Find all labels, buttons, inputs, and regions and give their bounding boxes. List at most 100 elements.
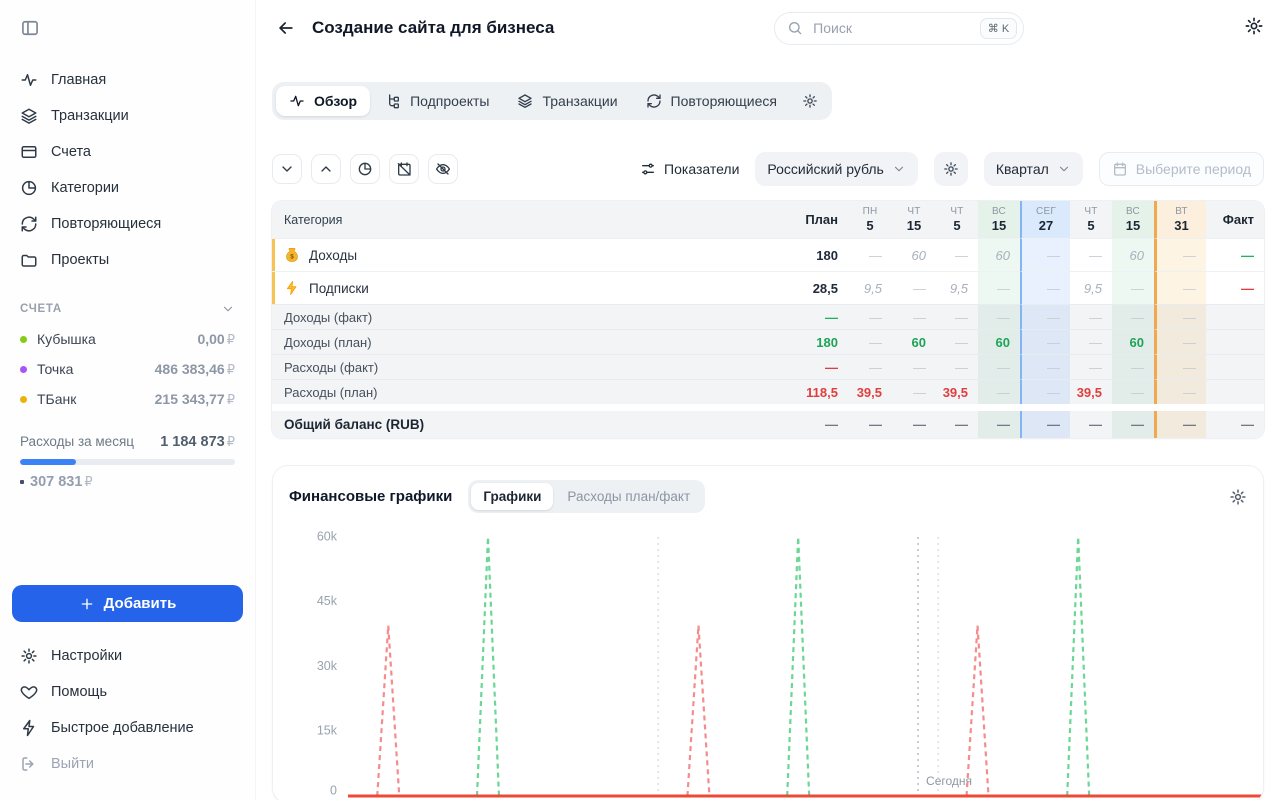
period-select[interactable]: Квартал	[984, 152, 1083, 186]
account-item[interactable]: Точка486 383,46₽	[12, 354, 243, 384]
tabs-settings-button[interactable]	[792, 87, 828, 115]
tab-subprojects[interactable]: Подпроекты	[372, 86, 502, 116]
sidebar-item-recurring[interactable]: Повторяющиеся	[12, 206, 243, 242]
cell-d8[interactable]: —	[1154, 271, 1206, 304]
sidebar-item-settings[interactable]: Настройки	[12, 638, 243, 674]
date-range-placeholder: Выберите период	[1136, 161, 1251, 177]
table-body: $Доходы180—60—60——60——Подписки28,59,5—9,…	[272, 238, 1264, 438]
cell-plan[interactable]: 180	[792, 238, 848, 271]
app: ГлавнаяТранзакцииСчетаКатегорииПовторяющ…	[0, 0, 1280, 800]
chevron-down-icon[interactable]	[221, 302, 235, 316]
table-header: КатегорияПланПН5ЧТ15ЧТ5ВС15СЕГ27ЧТ5ВС15В…	[272, 201, 1264, 238]
cell-d3[interactable]: —	[936, 238, 978, 271]
project-settings-button[interactable]	[1244, 16, 1264, 41]
cell-d7[interactable]: 60	[1112, 238, 1154, 271]
sidebar-item-categories[interactable]: Категории	[12, 170, 243, 206]
cell-d2[interactable]: —	[892, 271, 936, 304]
pie-chart-button[interactable]	[350, 154, 380, 184]
cell-d1: 39,5	[848, 379, 892, 404]
project-tabs: ОбзорПодпроектыТранзакцииПовторяющиеся	[272, 82, 832, 120]
column-header-fact: Факт	[1206, 201, 1264, 238]
chart-tab[interactable]: Графики	[471, 483, 553, 510]
cell-d3[interactable]: 9,5	[936, 271, 978, 304]
cell-d8[interactable]: —	[1154, 238, 1206, 271]
sidebar-item-label: Проекты	[51, 252, 109, 268]
table-gap	[272, 404, 1264, 411]
cell-d1[interactable]: 9,5	[848, 271, 892, 304]
metrics-label: Показатели	[664, 161, 739, 177]
category-name: Доходы	[309, 248, 357, 263]
category-cell: $ Доходы	[272, 238, 792, 271]
sidebar-item-accounts[interactable]: Счета	[12, 134, 243, 170]
svg-text:15k: 15k	[317, 724, 338, 738]
table-row[interactable]: Общий баланс (RUB)——————————	[272, 411, 1264, 438]
gear-icon	[802, 93, 818, 109]
back-button[interactable]	[272, 14, 300, 42]
sidebar-item-logout[interactable]: Выйти	[12, 746, 243, 782]
sidebar-item-transactions[interactable]: Транзакции	[12, 98, 243, 134]
accounts-list: Кубышка0,00₽Точка486 383,46₽ТБанк215 343…	[12, 324, 243, 414]
tab-overview[interactable]: Обзор	[276, 86, 370, 116]
chart-settings-button[interactable]	[1229, 488, 1247, 506]
gear-icon	[20, 647, 38, 665]
table-settings-button[interactable]	[934, 152, 968, 186]
hide-button[interactable]	[428, 154, 458, 184]
cell-d5[interactable]: —	[1020, 271, 1070, 304]
sidebar-item-projects[interactable]: Проекты	[12, 242, 243, 278]
expand-all-button[interactable]	[311, 154, 341, 184]
cell-d6[interactable]: —	[1070, 238, 1112, 271]
add-button-label: Добавить	[104, 595, 177, 612]
period-select-value: Квартал	[996, 161, 1049, 177]
svg-text:$: $	[290, 254, 294, 261]
category-name: Расходы (план)	[284, 385, 378, 400]
category-name: Доходы (факт)	[284, 310, 372, 325]
table-row[interactable]: Доходы (план)180—60—60——60—	[272, 329, 1264, 354]
refresh-icon	[646, 93, 662, 109]
cell-fact[interactable]: —	[1206, 271, 1264, 304]
sidebar-item-label: Помощь	[51, 684, 107, 700]
date-range-picker[interactable]: Выберите период	[1099, 152, 1264, 186]
cell-d7[interactable]: —	[1112, 271, 1154, 304]
table-row[interactable]: Доходы (факт)—————————	[272, 304, 1264, 329]
cell-d4[interactable]: —	[978, 271, 1020, 304]
sidebar-item-help[interactable]: Помощь	[12, 674, 243, 710]
category-cell: Расходы (факт)	[272, 354, 792, 379]
cell-fact[interactable]: —	[1206, 238, 1264, 271]
cell-d8: —	[1154, 304, 1206, 329]
cell-d6[interactable]: 9,5	[1070, 271, 1112, 304]
category-cell: Общий баланс (RUB)	[272, 411, 792, 438]
sidebar-item-label: Счета	[51, 144, 91, 160]
account-balance: 0,00₽	[197, 331, 235, 348]
svg-text:30k: 30k	[317, 659, 338, 673]
table-row[interactable]: Расходы (факт)—————————	[272, 354, 1264, 379]
table-row[interactable]: $Доходы180—60—60——60——	[272, 238, 1264, 271]
sidebar-item-quick-add[interactable]: Быстрое добавление	[12, 710, 243, 746]
cell-plan[interactable]: 28,5	[792, 271, 848, 304]
cell-d1[interactable]: —	[848, 238, 892, 271]
account-item[interactable]: Кубышка0,00₽	[12, 324, 243, 354]
cell-d3: —	[936, 354, 978, 379]
table-row[interactable]: Подписки28,59,5—9,5——9,5———	[272, 271, 1264, 304]
monthly-sub-amount-value: 307 831₽	[30, 474, 93, 490]
search-box[interactable]: ⌘ K	[774, 12, 1024, 45]
table-row[interactable]: Расходы (план)118,539,5—39,5——39,5——	[272, 379, 1264, 404]
search-input[interactable]	[811, 19, 972, 37]
cell-d2[interactable]: 60	[892, 238, 936, 271]
cell-plan: 118,5	[792, 379, 848, 404]
cell-d4[interactable]: 60	[978, 238, 1020, 271]
sidebar-item-label: Главная	[51, 72, 106, 88]
cell-d5[interactable]: —	[1020, 238, 1070, 271]
tab-recurring[interactable]: Повторяющиеся	[633, 86, 790, 116]
sidebar-item-home[interactable]: Главная	[12, 62, 243, 98]
collapse-all-button[interactable]	[272, 154, 302, 184]
sidebar-toggle-button[interactable]	[16, 14, 44, 42]
metrics-button[interactable]: Показатели	[640, 161, 739, 177]
tab-transactions[interactable]: Транзакции	[504, 86, 630, 116]
cell-d6: —	[1070, 411, 1112, 438]
currency-select[interactable]: Российский рубль	[755, 152, 917, 186]
add-button[interactable]: Добавить	[12, 585, 243, 622]
chart-tab[interactable]: Расходы план/факт	[555, 483, 702, 510]
account-item[interactable]: ТБанк215 343,77₽	[12, 384, 243, 414]
calendar-off-button[interactable]	[389, 154, 419, 184]
wallet-icon	[20, 143, 38, 161]
